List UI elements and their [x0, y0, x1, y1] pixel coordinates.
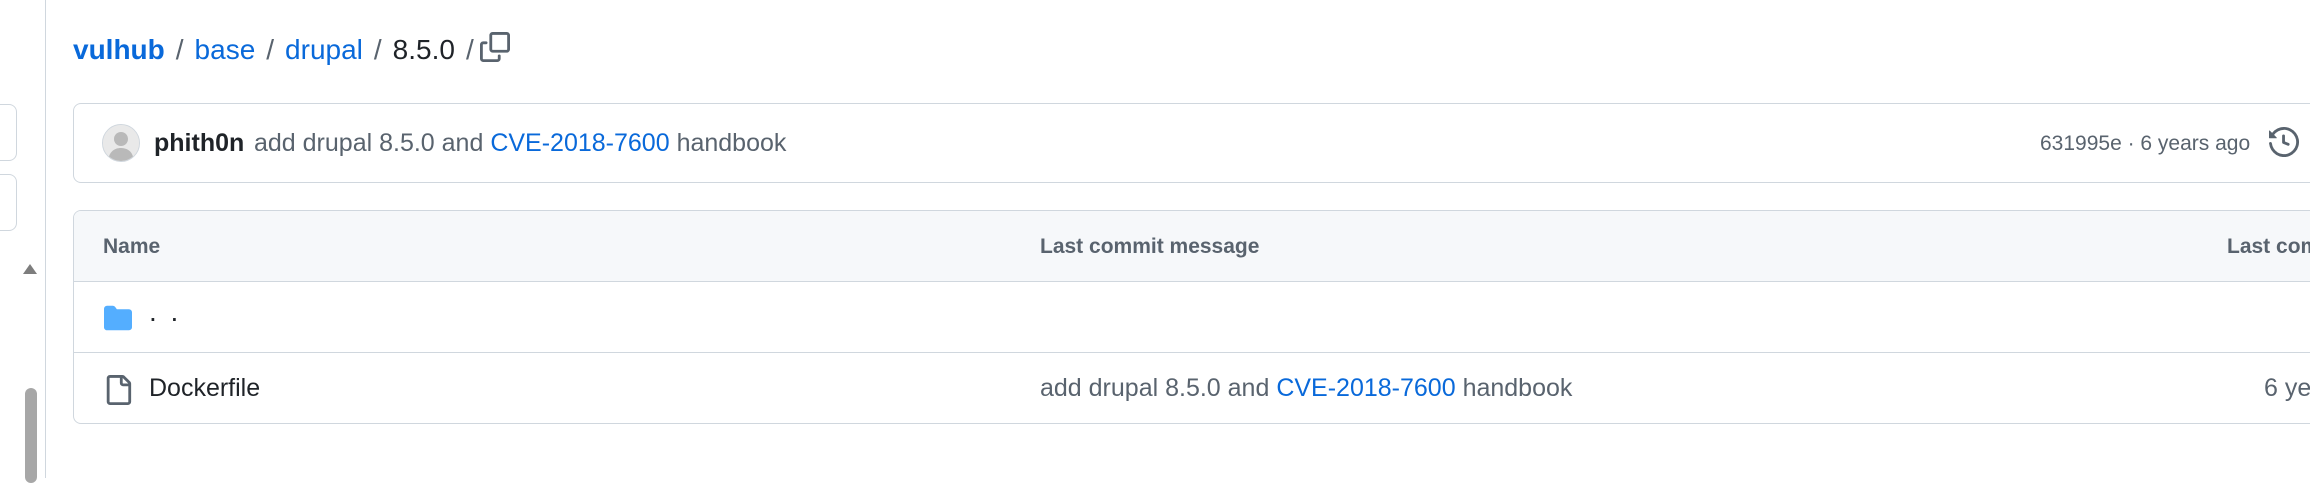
- breadcrumb-item-drupal[interactable]: drupal: [285, 34, 363, 66]
- table-row[interactable]: Dockerfile add drupal 8.5.0 and CVE-2018…: [74, 353, 2310, 423]
- latest-commit-bar: phith0n add drupal 8.5.0 and CVE-2018-76…: [73, 103, 2310, 183]
- breadcrumb-separator: /: [175, 34, 184, 65]
- scroll-thumb[interactable]: [25, 388, 37, 483]
- sidebar-box[interactable]: [0, 104, 17, 161]
- folder-icon: [103, 304, 133, 337]
- commit-message-text[interactable]: add drupal 8.5.0 and: [254, 129, 483, 157]
- row-commit-cve-link[interactable]: CVE-2018-7600: [1276, 374, 1455, 402]
- column-header-name: Name: [103, 235, 161, 258]
- commit-message: add drupal 8.5.0 and CVE-2018-7600 handb…: [254, 129, 786, 158]
- commit-message-text[interactable]: handbook: [677, 129, 787, 157]
- breadcrumb-separator: /: [465, 34, 474, 65]
- history-button[interactable]: [2269, 126, 2300, 162]
- column-header-last-commit-date: Last com: [2227, 235, 2310, 258]
- copy-path-button[interactable]: [478, 30, 512, 64]
- commit-author-link[interactable]: phith0n: [154, 129, 244, 158]
- breadcrumb-current: 8.5.0: [392, 34, 455, 65]
- commit-cve-link[interactable]: CVE-2018-7600: [490, 129, 669, 157]
- avatar-image: [103, 125, 139, 161]
- avatar[interactable]: [102, 124, 140, 162]
- row-commit-message: add drupal 8.5.0 and CVE-2018-7600 handb…: [1040, 374, 1572, 403]
- row-commit-date: 6 ye: [2264, 374, 2310, 402]
- breadcrumb-separator: /: [373, 34, 382, 65]
- commit-hash-and-time[interactable]: 631995e · 6 years ago: [2040, 132, 2250, 156]
- table-row-parent-directory[interactable]: . .: [74, 282, 2310, 353]
- breadcrumb-root-link[interactable]: vulhub: [73, 34, 165, 66]
- breadcrumb: vulhub / base / drupal / 8.5.0 /: [73, 30, 485, 70]
- left-sidebar: [0, 0, 46, 483]
- copy-icon: [480, 32, 510, 62]
- file-name-link[interactable]: Dockerfile: [149, 374, 260, 403]
- file-table: Name Last commit message Last com . . Do…: [73, 210, 2310, 424]
- scroll-up-arrow-icon[interactable]: [23, 264, 37, 274]
- breadcrumb-separator: /: [266, 34, 275, 65]
- sidebar-box[interactable]: [0, 174, 17, 231]
- column-header-last-commit-message: Last commit message: [1040, 235, 1260, 258]
- sidebar-scrollbar[interactable]: [19, 258, 39, 483]
- row-commit-message-text[interactable]: handbook: [1463, 374, 1573, 402]
- parent-directory-link[interactable]: . .: [149, 296, 181, 328]
- row-commit-message-text[interactable]: add drupal 8.5.0 and: [1040, 374, 1269, 402]
- breadcrumb-item-base[interactable]: base: [195, 34, 256, 66]
- table-header: Name Last commit message Last com: [74, 211, 2310, 282]
- file-icon: [103, 375, 133, 410]
- history-icon: [2269, 126, 2300, 158]
